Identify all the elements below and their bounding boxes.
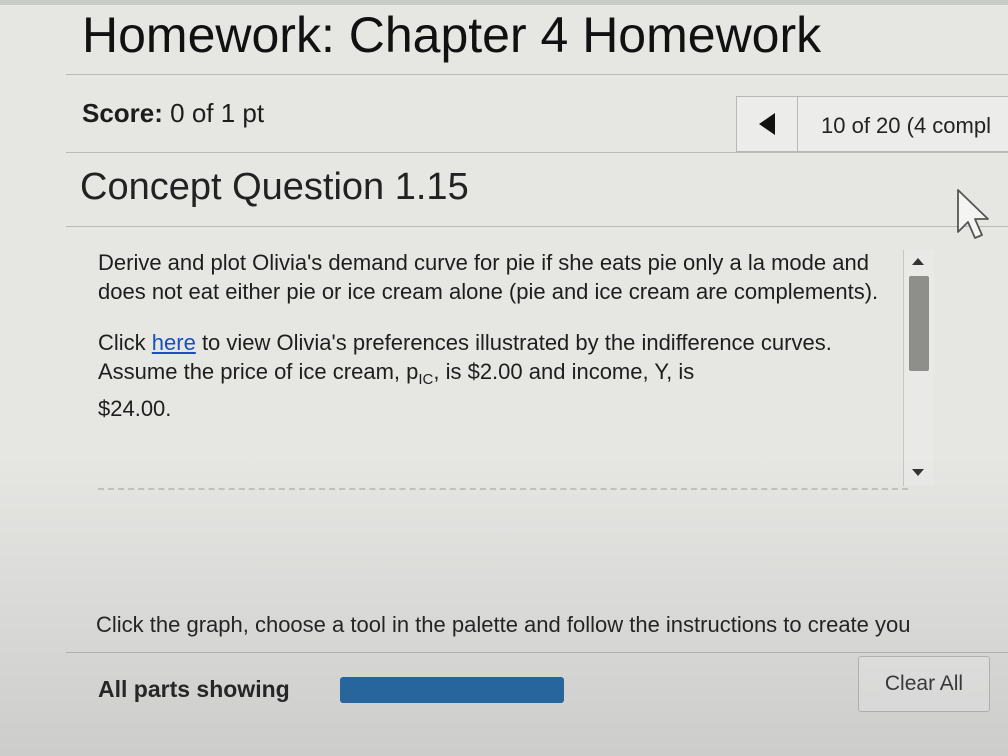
question-content: Derive and plot Olivia's demand curve fo… [98, 248, 898, 445]
ic-subscript: IC [418, 371, 434, 388]
page-title: Homework: Chapter 4 Homework [82, 7, 822, 63]
question-title-divider [66, 226, 1008, 227]
question-title: Concept Question 1.15 [80, 166, 469, 208]
parts-showing-label: All parts showing [98, 676, 290, 702]
parts-progress-fill [340, 677, 564, 703]
question-paragraph-1: Derive and plot Olivia's demand curve fo… [98, 250, 879, 304]
score-divider [66, 152, 1008, 153]
instructions-divider [66, 652, 1008, 653]
scroll-down-icon[interactable] [912, 469, 924, 476]
parts-progress-bar [340, 677, 564, 703]
top-edge [0, 0, 1008, 5]
p2-income-value: $24.00. [98, 396, 172, 421]
p2-text-end: , is $2.00 and income, Y, is [433, 359, 695, 384]
mouse-pointer-icon [957, 189, 989, 239]
previous-question-button[interactable] [737, 97, 798, 151]
p2-text-start: Click [98, 330, 152, 355]
question-paragraph-2: Click here to view Olivia's preferences … [98, 328, 898, 423]
clear-all-button[interactable]: Clear All [858, 656, 990, 712]
content-divider [98, 488, 908, 490]
score-value: 0 of 1 pt [170, 98, 265, 128]
graph-instructions: Click the graph, choose a tool in the pa… [96, 612, 911, 637]
score-display: Score: 0 of 1 pt [82, 98, 264, 129]
title-divider [66, 74, 1008, 75]
question-progress: 10 of 20 (4 compl [821, 113, 991, 138]
scroll-up-icon[interactable] [912, 258, 924, 265]
score-label: Score: [82, 98, 163, 128]
scroll-thumb[interactable] [909, 276, 929, 371]
content-scrollbar[interactable] [903, 250, 934, 486]
question-navigator: 10 of 20 (4 compl [736, 96, 1008, 152]
preferences-link[interactable]: here [152, 330, 196, 355]
arrow-left-icon [759, 113, 775, 135]
